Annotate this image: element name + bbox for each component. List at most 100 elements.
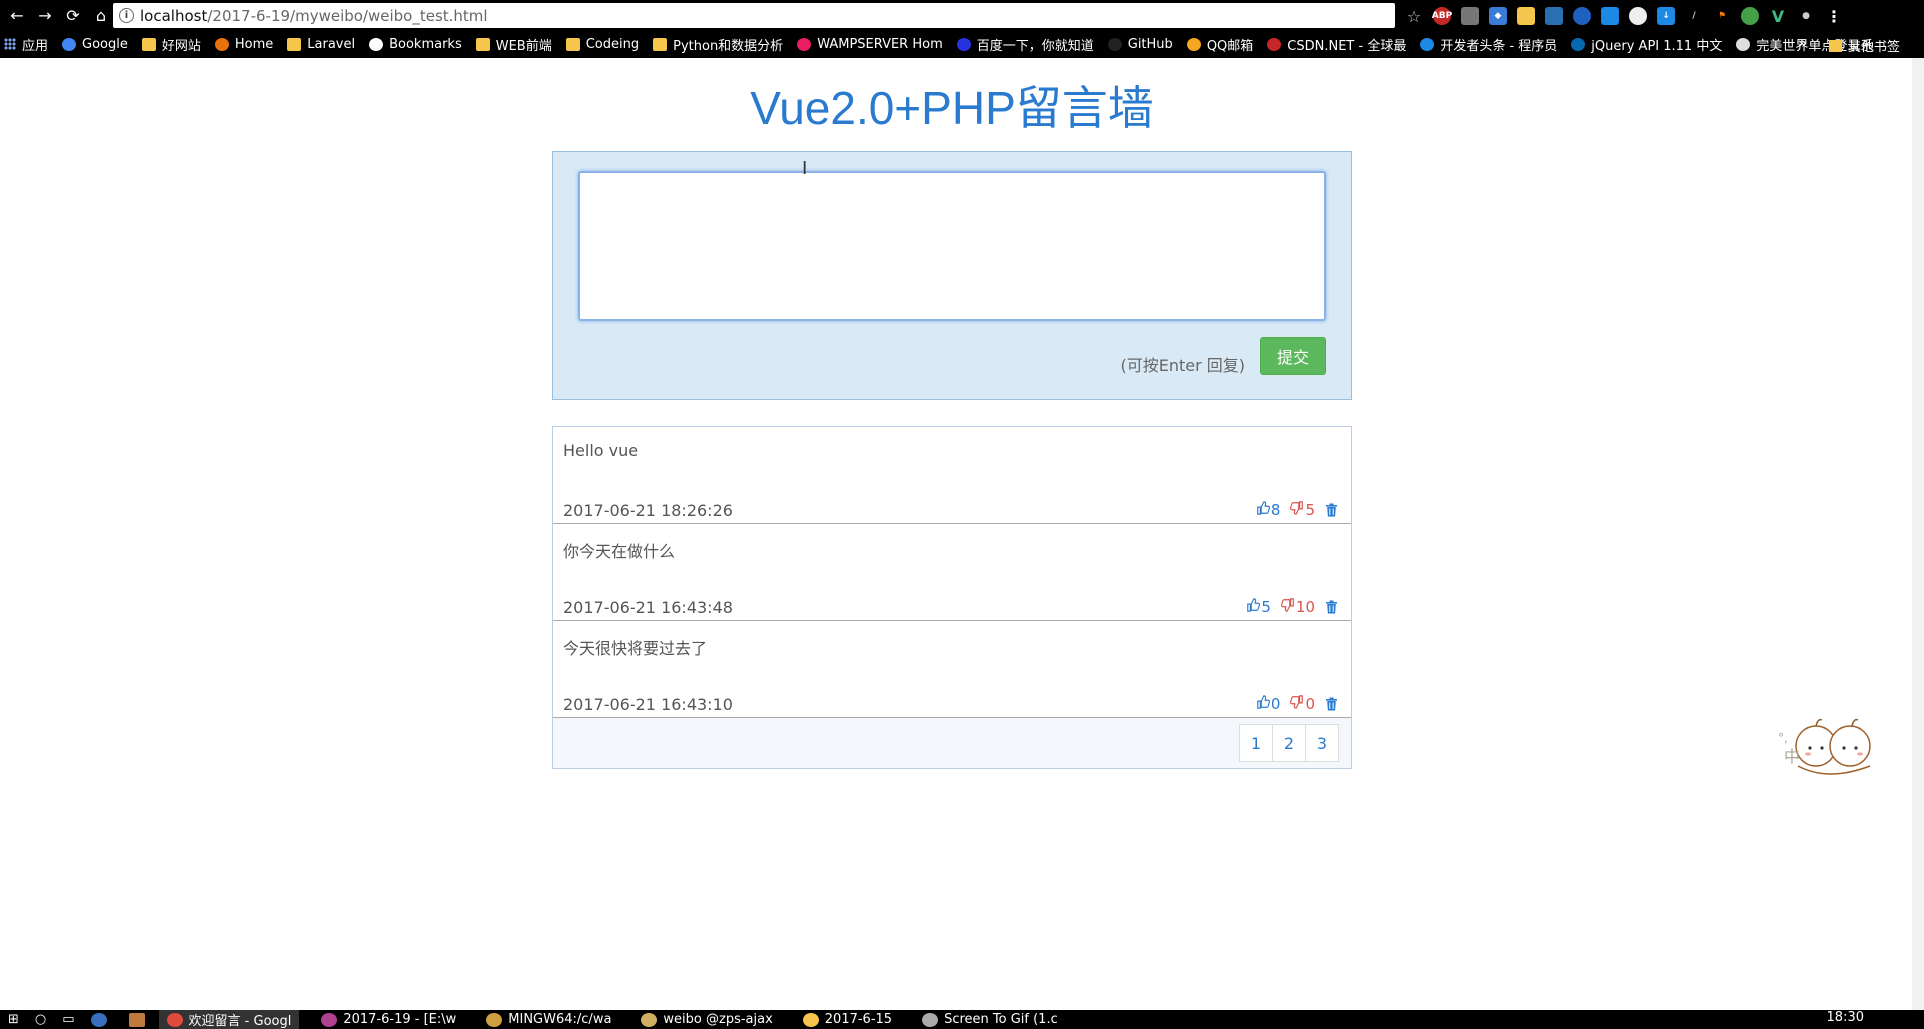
message-time: 2017-06-21 18:26:26 (563, 501, 733, 520)
taskbar-item-label: weibo @zps-ajax (663, 1012, 773, 1027)
app-icon (166, 1012, 183, 1027)
github-icon (1107, 37, 1122, 51)
message-item: 今天很快将要过去了 2017-06-21 16:43:10 0 0 (553, 621, 1351, 718)
address-bar[interactable]: i localhost/2017-6-19/myweibo/weibo_test… (113, 3, 1395, 28)
page-link-1[interactable]: 1 (1239, 724, 1273, 762)
bookmark-item[interactable]: QQ邮箱 (1186, 35, 1253, 54)
bookmark-item[interactable]: 百度一下，你就知道 (956, 35, 1094, 54)
search-icon[interactable]: ○ (27, 1010, 54, 1029)
download-icon[interactable]: ↓ (1657, 7, 1675, 25)
pen-icon[interactable]: / (1685, 7, 1703, 25)
bookmark-item[interactable]: Bookmarks (369, 37, 462, 52)
vue-devtools-icon[interactable]: V (1769, 7, 1787, 26)
extension-icons: ☆ ABP ◆ ↓ / ⚑ V ● ⋮ (1405, 5, 1853, 27)
bookmarks-overflow-button[interactable]: » (1798, 34, 1807, 52)
taskbar-item[interactable]: MINGW64:/c/wa (478, 1010, 619, 1029)
taskbar-item[interactable]: 2017-6-19 - [E:\w (313, 1010, 464, 1029)
bookmark-item[interactable]: 开发者头条 - 程序员 (1420, 35, 1557, 54)
bookmark-item[interactable]: Home (214, 37, 273, 52)
dislike-button[interactable]: 0 (1290, 695, 1315, 713)
message-actions: 85 (1256, 501, 1339, 519)
os-taskbar: ⊞ ○ ▭ 欢迎留言 - Googl 2017-6-19 - [E:\w MINGW… (0, 1010, 1924, 1029)
page-scrollbar[interactable] (1912, 58, 1924, 1010)
star-icon (369, 37, 384, 51)
dislike-button[interactable]: 10 (1280, 598, 1315, 616)
flag-icon[interactable]: ⚑ (1713, 7, 1731, 25)
folder-icon (287, 37, 302, 51)
reload-icon[interactable]: ⟳ (62, 4, 84, 26)
taskbar-item-label: 2017-6-15 (824, 1012, 893, 1027)
forward-icon[interactable]: → (34, 4, 56, 26)
thumbs-down-icon (1280, 598, 1296, 616)
notes-icon[interactable] (1517, 7, 1535, 25)
dislike-count: 5 (1305, 501, 1315, 519)
trash-icon[interactable] (1325, 697, 1339, 711)
bookmark-item[interactable]: WAMPSERVER Hom (797, 37, 943, 52)
enter-hint: (可按Enter 回复) (1120, 356, 1245, 375)
taskbar-item[interactable]: weibo @zps-ajax (633, 1010, 780, 1029)
csdn-icon (1267, 37, 1282, 51)
trash-icon[interactable] (1325, 600, 1339, 614)
bookmark-label: Python和数据分析 (673, 38, 784, 54)
globe-icon[interactable] (1573, 7, 1591, 25)
page-link-3[interactable]: 3 (1305, 724, 1339, 762)
message-list: Hello vue 2017-06-21 18:26:26 8 5 你今天在做什么 201… (552, 426, 1352, 769)
bookmark-item[interactable]: jQuery API 1.11 中文 (1571, 35, 1722, 54)
bookmark-label: 好网站 (161, 38, 201, 54)
thumbs-up-icon (1246, 598, 1261, 616)
star-bookmark-icon[interactable]: ☆ (1405, 7, 1423, 26)
adblock-icon[interactable]: ABP (1432, 7, 1452, 25)
drop-icon[interactable]: ● (1797, 7, 1815, 25)
page-link-2[interactable]: 2 (1272, 724, 1306, 762)
bookmark-item[interactable]: Python和数据分析 (653, 35, 783, 54)
bookmark-item[interactable]: WEB前端 (475, 35, 552, 54)
folder-icon (1828, 39, 1842, 52)
message-actions: 00 (1256, 695, 1339, 713)
bookmark-item[interactable]: Codeing (565, 37, 639, 52)
layers-icon[interactable] (1601, 7, 1619, 25)
app-icon[interactable] (83, 1010, 121, 1029)
circle-icon[interactable] (1629, 7, 1647, 25)
folder-icon (475, 37, 490, 51)
like-button[interactable]: 5 (1246, 598, 1271, 616)
like-count: 8 (1270, 501, 1281, 519)
taskbar-item[interactable]: Screen To Gif (1.c (914, 1010, 1066, 1029)
jquery-icon (1571, 37, 1586, 51)
bookmark-item[interactable]: GitHub (1107, 37, 1173, 52)
bookmark-label: Bookmarks (389, 36, 462, 52)
task-view-icon[interactable]: ▭ (54, 1010, 82, 1029)
bookmark-label: CSDN.NET - 全球最 (1287, 38, 1407, 54)
extension-icon[interactable] (1461, 7, 1479, 25)
message-input[interactable] (578, 171, 1326, 321)
svg-text:中: 中 (1784, 747, 1800, 766)
home-icon[interactable]: ⌂ (90, 4, 112, 26)
like-count: 5 (1261, 598, 1271, 616)
app-icon[interactable] (121, 1010, 159, 1029)
green-dot-icon[interactable] (1741, 7, 1759, 25)
bookmark-item[interactable]: Laravel (287, 37, 355, 52)
diamond-icon[interactable]: ◆ (1489, 7, 1507, 25)
bookmark-item[interactable]: CSDN.NET - 全球最 (1267, 35, 1406, 54)
like-button[interactable]: 8 (1256, 501, 1281, 519)
like-button[interactable]: 0 (1256, 695, 1281, 713)
bookmark-item[interactable]: 应用 (0, 35, 48, 54)
start-button[interactable]: ⊞ (0, 1010, 27, 1029)
like-count: 0 (1270, 695, 1281, 713)
url-path: /2017-6-19/myweibo/weibo_test.html (207, 6, 488, 25)
back-icon[interactable]: ← (6, 4, 28, 26)
taskbar-item[interactable]: 欢迎留言 - Googl (158, 1010, 300, 1029)
menu-icon[interactable]: ⋮ (1825, 7, 1843, 26)
bookmark-item[interactable]: Google (62, 37, 128, 52)
photo-icon[interactable] (1545, 7, 1563, 25)
other-bookmarks[interactable]: 其他书签 (1828, 36, 1900, 55)
trash-icon[interactable] (1325, 503, 1339, 517)
baidu-icon (956, 37, 971, 51)
dislike-button[interactable]: 5 (1290, 501, 1315, 519)
bookmark-item[interactable]: 好网站 (141, 35, 201, 54)
app-icon (486, 1012, 503, 1027)
submit-button[interactable]: 提交 (1260, 337, 1326, 375)
info-icon[interactable]: i (119, 8, 134, 23)
wamp-icon (797, 37, 812, 51)
dislike-count: 10 (1295, 598, 1315, 616)
taskbar-item[interactable]: 2017-6-15 (795, 1010, 900, 1029)
